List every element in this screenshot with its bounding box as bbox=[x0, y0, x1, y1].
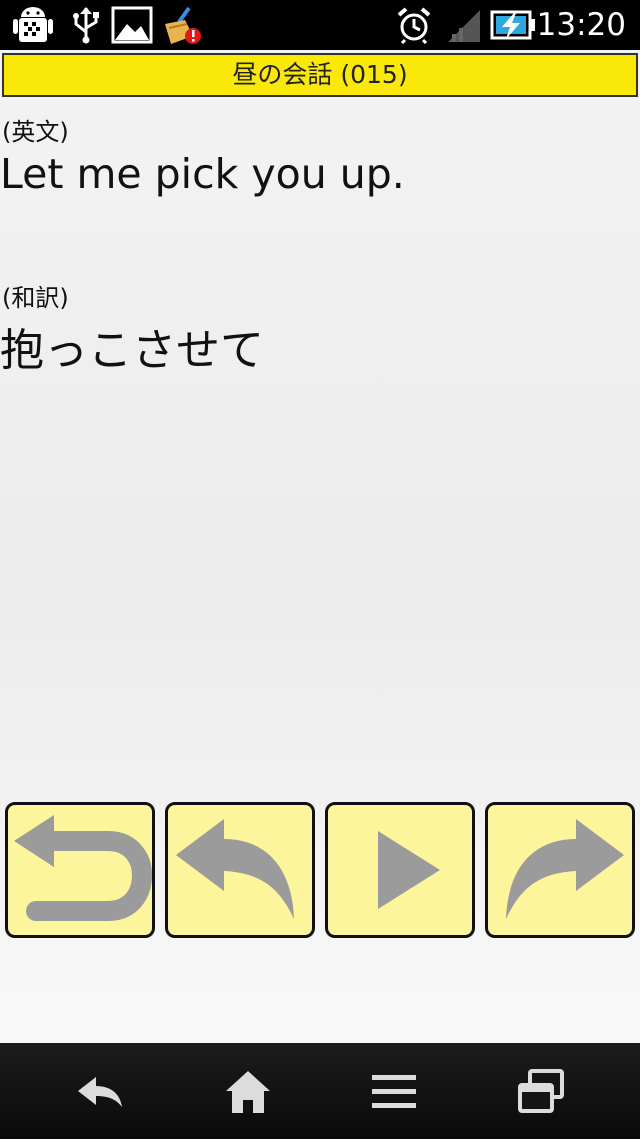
signal-icon bbox=[448, 10, 480, 42]
status-bar: 13:20 bbox=[0, 0, 640, 50]
app-content: 昼の会話 (015) (英文) Let me pick you up. (和訳)… bbox=[0, 50, 640, 1043]
cleaner-alert-icon bbox=[165, 6, 201, 44]
japanese-label: (和訳) bbox=[2, 284, 69, 312]
japanese-translation: 抱っこさせて bbox=[0, 325, 264, 376]
next-button[interactable] bbox=[485, 802, 635, 938]
alarm-icon bbox=[397, 7, 431, 44]
back-icon[interactable] bbox=[72, 1067, 128, 1117]
play-button[interactable] bbox=[325, 802, 475, 938]
page-title: 昼の会話 (015) bbox=[2, 53, 638, 97]
android-debug-icon bbox=[13, 7, 53, 42]
previous-button[interactable] bbox=[165, 802, 315, 938]
status-time: 13:20 bbox=[536, 7, 626, 43]
next-icon bbox=[506, 819, 624, 919]
return-icon bbox=[14, 815, 152, 921]
previous-icon bbox=[176, 819, 294, 919]
english-sentence: Let me pick you up. bbox=[0, 150, 405, 198]
menu-icon[interactable] bbox=[366, 1067, 422, 1117]
navigation-bar bbox=[0, 1043, 640, 1139]
return-button[interactable] bbox=[5, 802, 155, 938]
image-icon bbox=[111, 6, 153, 44]
battery-charging-icon bbox=[490, 10, 535, 40]
play-icon bbox=[378, 831, 440, 909]
english-label: (英文) bbox=[2, 118, 69, 146]
usb-icon bbox=[73, 7, 99, 44]
home-icon[interactable] bbox=[220, 1067, 276, 1117]
recent-apps-icon[interactable] bbox=[514, 1067, 570, 1117]
